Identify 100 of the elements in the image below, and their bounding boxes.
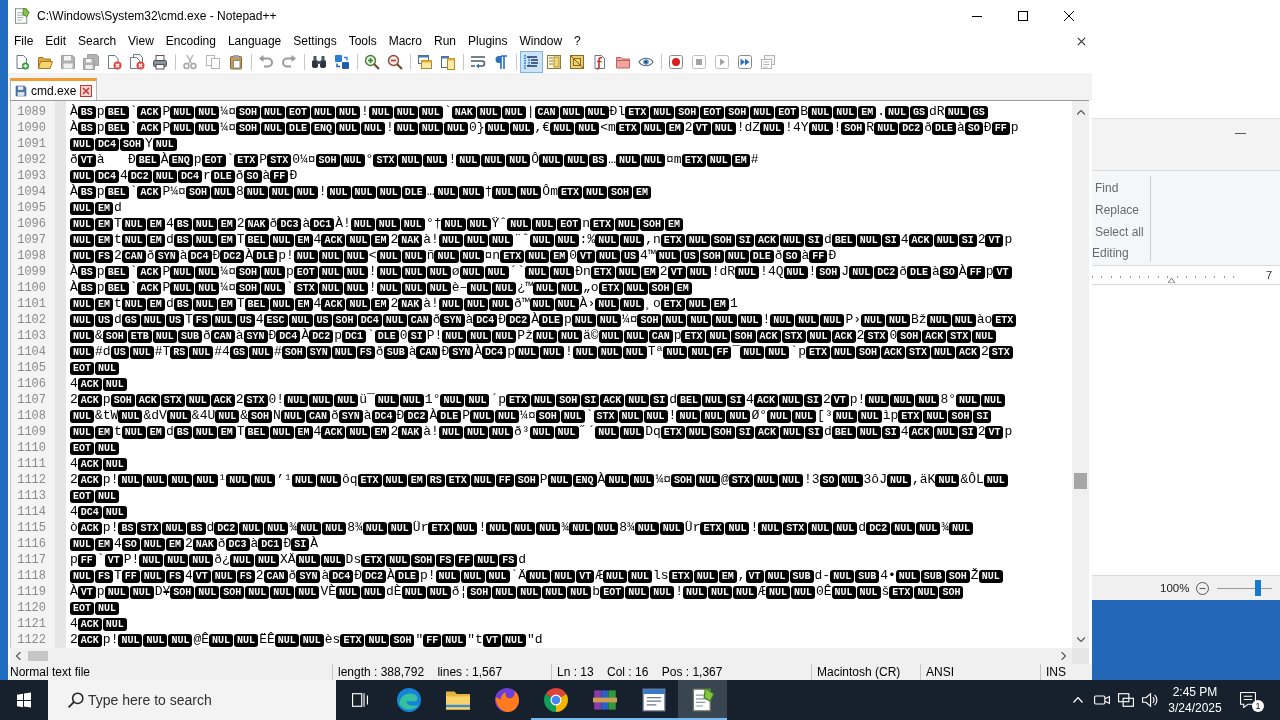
circle-logo-icon[interactable]	[543, 688, 568, 712]
line-number: 1121	[17, 616, 46, 632]
swirl-icon[interactable]	[396, 688, 421, 712]
control-char-badge: SOH	[235, 121, 260, 135]
control-char-badge: SO	[243, 169, 262, 183]
zoom-out-icon[interactable]	[1196, 581, 1210, 595]
control-char-badge: NUL	[582, 185, 607, 199]
control-char-badge: NUL	[706, 329, 731, 343]
taskbar-button[interactable]	[678, 680, 727, 720]
code-text: 2	[236, 216, 245, 232]
control-char-badge: NUL	[274, 633, 299, 647]
code-text: P!	[123, 552, 140, 568]
ribbon-command[interactable]: Select all	[1092, 221, 1150, 243]
close-box-icon[interactable]	[80, 84, 93, 97]
code-text: p	[193, 152, 202, 168]
control-char-badge: NAK	[192, 537, 217, 551]
control-char-badge: VT	[104, 553, 123, 567]
menu-item[interactable]: Plugins	[462, 33, 514, 50]
menu-item[interactable]: Encoding	[159, 33, 222, 50]
code-text: Dq	[645, 424, 661, 440]
close-icon[interactable]	[1064, 11, 1074, 21]
control-char-badge: FF	[121, 569, 140, 583]
menu-item[interactable]: Edit	[39, 33, 73, 50]
maximize-icon[interactable]	[1018, 11, 1028, 21]
control-char-badge: SOH	[725, 105, 750, 119]
control-char-badge: FS	[499, 553, 518, 567]
slider-thumb[interactable]	[1254, 580, 1261, 596]
menu-item[interactable]: Search	[72, 33, 123, 50]
control-char-badge: NUL	[121, 233, 146, 247]
menu-item[interactable]: Language	[221, 33, 288, 50]
control-char-badge: DLE	[907, 265, 931, 279]
code-text: Ð	[354, 568, 363, 584]
code-text: Ð	[283, 536, 292, 552]
code-text: ð¿	[214, 552, 230, 568]
code-text: 2	[255, 568, 264, 584]
menu-item[interactable]: ?	[568, 33, 587, 50]
minimize-icon[interactable]	[972, 15, 982, 17]
network-icon[interactable]	[1118, 692, 1134, 708]
ribbon-command[interactable]: Find	[1092, 177, 1150, 199]
code-text: Ðl	[609, 104, 626, 120]
text-editor[interactable]	[10, 100, 1089, 648]
control-char-badge: VT	[77, 153, 96, 167]
menu-item[interactable]: File	[8, 33, 40, 50]
control-char-badge: NUL	[102, 377, 127, 391]
control-char-badge: NUL	[724, 249, 749, 263]
task-view-icon[interactable]	[352, 692, 368, 708]
control-char-badge: NUL	[532, 217, 557, 231]
notification-icon[interactable]	[1240, 692, 1256, 708]
code-text: À	[70, 280, 78, 296]
notepad-icon[interactable]	[690, 688, 715, 712]
code-text: ¨ˆ	[513, 232, 530, 248]
code-text: ¾	[561, 520, 570, 536]
stacked-books-icon[interactable]	[592, 688, 617, 712]
speaker-icon[interactable]	[1142, 692, 1158, 708]
fox-globe-icon[interactable]	[494, 688, 519, 712]
control-char-badge: NUL	[641, 153, 666, 167]
indent-marker-icon[interactable]	[1168, 278, 1175, 283]
control-char-badge: NUL	[393, 121, 418, 135]
menu-item[interactable]: Tools	[342, 33, 383, 50]
menu-item[interactable]: Macro	[382, 33, 428, 50]
horizontal-scrollbar[interactable]	[10, 648, 1072, 664]
control-char-badge: FS	[236, 569, 255, 583]
control-char-badge: NUL	[143, 633, 168, 647]
menu-item[interactable]: View	[122, 33, 160, 50]
code-text: `	[129, 184, 138, 200]
control-char-badge: SI	[735, 233, 754, 247]
camera-icon[interactable]	[1094, 692, 1110, 708]
control-char-badge: NUL	[547, 473, 572, 487]
control-char-badge: NUL	[234, 633, 259, 647]
control-char-badge: NUL	[375, 217, 400, 231]
scrollbar-thumb[interactable]	[1074, 473, 1087, 489]
control-char-badge: VT	[993, 265, 1012, 279]
control-char-badge: NUL	[70, 201, 94, 215]
control-char-badge: DC4	[187, 249, 212, 263]
code-text: 4	[900, 232, 909, 248]
chevron-up-icon[interactable]	[1073, 697, 1083, 703]
ribbon-command[interactable]: Replace	[1092, 199, 1150, 221]
control-char-badge: SOH	[120, 137, 145, 151]
scrollbar-thumb[interactable]	[28, 651, 48, 661]
control-char-badge: NUL	[376, 185, 401, 199]
tab[interactable]: cmd.exe	[10, 78, 98, 100]
control-char-badge: NUL	[525, 249, 550, 263]
control-char-badge: SO	[121, 537, 140, 551]
control-char-badge: SI	[727, 393, 746, 407]
window-title: C:\Windows\System32\cmd.exe - Notepad++	[37, 9, 278, 23]
control-char-badge: EM	[294, 425, 313, 439]
document-window-icon[interactable]	[641, 688, 666, 712]
control-char-badge: FF	[77, 553, 96, 567]
menu-item[interactable]: Settings	[287, 33, 343, 50]
control-char-badge: NUL	[170, 281, 195, 295]
zoom-level-text: 100%	[1160, 582, 1190, 594]
code-text: d	[823, 424, 832, 440]
close-icon[interactable]	[1077, 37, 1086, 46]
menu-item[interactable]: Window	[513, 33, 569, 50]
code-text: <m	[600, 120, 616, 136]
search-field[interactable]: Type here to search	[48, 680, 336, 720]
menu-item[interactable]: Run	[428, 33, 463, 50]
start-icon[interactable]	[16, 692, 32, 708]
line-number: 1093	[17, 168, 46, 184]
vertical-scrollbar[interactable]	[1072, 101, 1089, 648]
